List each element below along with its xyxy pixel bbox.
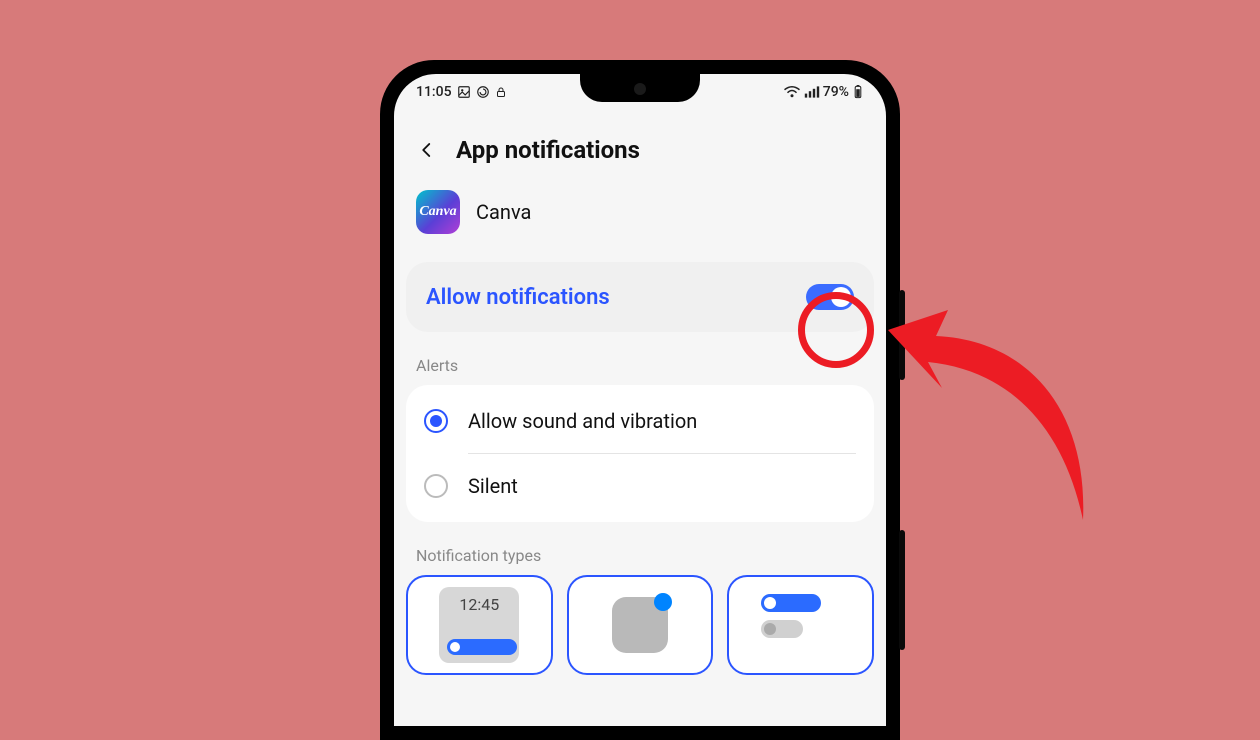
- badge-preview: [612, 597, 668, 653]
- chevron-left-icon: [418, 141, 436, 159]
- image-icon: [457, 85, 471, 99]
- battery-icon: [852, 85, 864, 99]
- lock-icon: [495, 85, 507, 99]
- type-popup[interactable]: [727, 575, 874, 675]
- popup-preview: [761, 594, 841, 656]
- lock-screen-preview: 12:45: [439, 587, 519, 663]
- allow-notifications-label: Allow notifications: [426, 285, 610, 310]
- app-icon: Canva: [416, 190, 460, 234]
- phone-notch: [580, 74, 700, 102]
- page-title: App notifications: [456, 136, 640, 164]
- radio-icon: [424, 474, 448, 498]
- app-row[interactable]: Canva Canva: [394, 190, 886, 262]
- phone-frame: 11:05 79% App notifications Canva Canva: [380, 60, 900, 740]
- phone-side-button: [899, 530, 905, 650]
- popup-preview-bar: [761, 620, 803, 638]
- phone-screen: 11:05 79% App notifications Canva Canva: [394, 74, 886, 726]
- popup-preview-bar: [761, 594, 821, 612]
- lock-preview-time: 12:45: [447, 595, 511, 614]
- allow-notifications-row[interactable]: Allow notifications: [406, 262, 874, 332]
- status-time: 11:05: [416, 84, 452, 100]
- back-button[interactable]: [414, 137, 440, 163]
- radio-icon: [424, 409, 448, 433]
- app-name: Canva: [476, 200, 531, 224]
- signal-icon: [804, 85, 820, 99]
- allow-notifications-toggle[interactable]: [806, 284, 854, 310]
- alerts-card: Allow sound and vibration Silent: [406, 385, 874, 522]
- alert-option-label: Silent: [468, 474, 518, 498]
- alert-option-silent[interactable]: Silent: [406, 454, 874, 518]
- wifi-icon: [783, 85, 801, 99]
- sync-icon: [476, 85, 490, 99]
- alerts-section-label: Alerts: [394, 332, 886, 385]
- notification-types-row: 12:45: [394, 575, 886, 675]
- type-lock-screen[interactable]: 12:45: [406, 575, 553, 675]
- types-section-label: Notification types: [394, 522, 886, 575]
- lock-preview-bar: [447, 639, 517, 655]
- page-header: App notifications: [394, 104, 886, 190]
- alert-option-sound[interactable]: Allow sound and vibration: [406, 389, 874, 453]
- type-badge[interactable]: [567, 575, 714, 675]
- status-battery: 79%: [823, 84, 849, 100]
- alert-option-label: Allow sound and vibration: [468, 409, 697, 433]
- phone-side-button: [899, 290, 905, 380]
